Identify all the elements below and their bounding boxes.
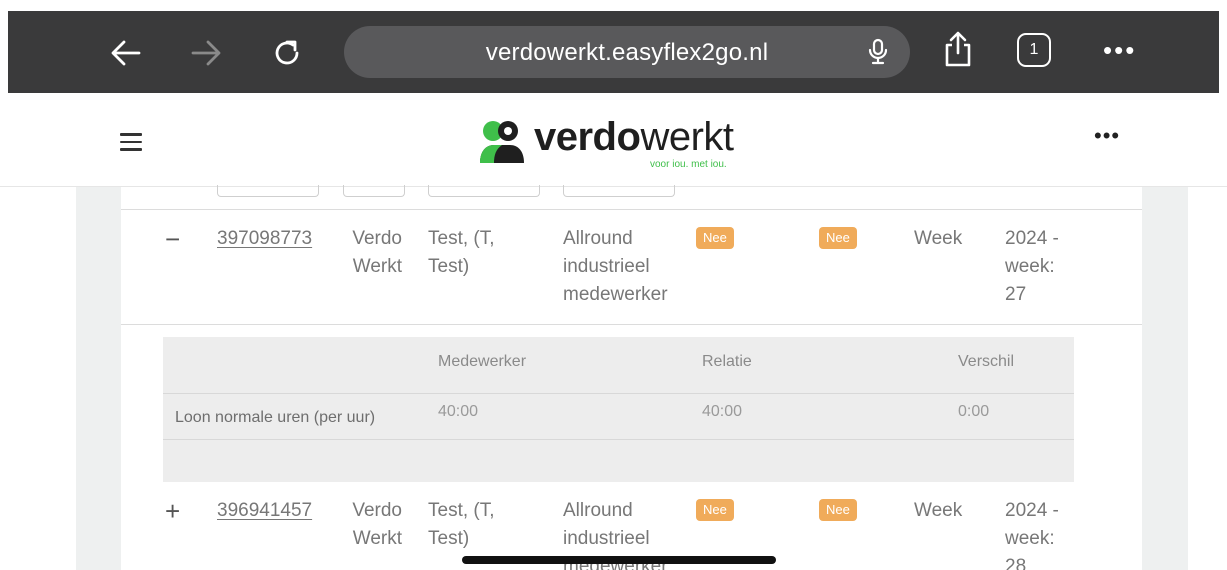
status-badge: Nee — [819, 227, 857, 249]
filter-input-stub[interactable] — [428, 185, 540, 197]
verschil-value: 0:00 — [958, 403, 990, 420]
column-header-verschil: Verschil — [958, 353, 1015, 370]
status-badge: Nee — [819, 499, 857, 521]
detail-divider — [163, 393, 1074, 394]
status-badge: Nee — [696, 227, 734, 249]
detail-comparison-table: Medewerker Relatie Verschil Loon normale… — [163, 337, 1074, 482]
logo-mark-icon — [480, 121, 524, 163]
site-header: verdowerkt voor iou. met iou. ••• — [0, 93, 1227, 187]
menu-icon[interactable] — [120, 133, 142, 151]
filter-input-stub[interactable] — [343, 185, 405, 197]
column-header-medewerker: Medewerker — [438, 353, 527, 370]
period-cell: 2024 - week: 28 — [1005, 500, 1059, 570]
detail-divider — [163, 439, 1074, 440]
share-icon[interactable] — [938, 29, 978, 69]
collapse-toggle-icon[interactable]: − — [165, 225, 180, 253]
function-cell: Allroundindustrieelmedewerker — [563, 228, 668, 305]
detail-header: Medewerker Relatie Verschil — [163, 337, 1074, 393]
site-more-button[interactable]: ••• — [1094, 123, 1120, 149]
home-indicator — [462, 556, 776, 564]
browser-toolbar: verdowerkt.easyflex2go.nl 1 ••• — [8, 11, 1219, 93]
brand-logo[interactable]: verdowerkt voor iou. met iou. — [478, 115, 778, 171]
detail-row-label: Loon normale uren (per uur) — [175, 409, 376, 426]
employee-name-cell: Test, (T, Test) — [428, 228, 495, 277]
company-cell: Verdo Werkt — [352, 500, 402, 549]
period-type-cell: Week — [914, 500, 963, 521]
expand-toggle-icon[interactable]: + — [165, 497, 180, 525]
screen: verdowerkt.easyflex2go.nl 1 ••• verdower… — [0, 0, 1227, 570]
relatie-value: 40:00 — [702, 403, 743, 420]
column-header-relatie: Relatie — [702, 353, 752, 370]
filter-input-stub[interactable] — [563, 185, 675, 197]
period-cell: 2024 - week: 27 — [1005, 228, 1059, 305]
row-divider — [121, 209, 1142, 210]
reload-icon[interactable] — [267, 33, 307, 73]
placement-id-link[interactable]: 397098773 — [217, 225, 312, 253]
microphone-icon[interactable] — [868, 38, 888, 71]
status-badge: Nee — [696, 499, 734, 521]
browser-more-button[interactable]: ••• — [1103, 33, 1136, 67]
filter-input-stub[interactable] — [217, 185, 319, 197]
row-divider — [121, 324, 1142, 325]
forward-arrow-icon[interactable] — [186, 33, 226, 73]
logo-tagline: voor iou. met iou. — [650, 159, 727, 170]
company-cell: Verdo Werkt — [352, 228, 402, 277]
employee-name-cell: Test, (T, Test) — [428, 500, 495, 549]
back-arrow-icon[interactable] — [106, 33, 146, 73]
period-type-cell: Week — [914, 228, 963, 249]
placement-id-link[interactable]: 396941457 — [217, 497, 312, 525]
medewerker-value: 40:00 — [438, 403, 479, 420]
tabs-count-button[interactable]: 1 — [1017, 33, 1051, 67]
logo-wordmark: verdowerkt — [534, 115, 734, 159]
url-text: verdowerkt.easyflex2go.nl — [485, 39, 769, 66]
address-bar[interactable]: verdowerkt.easyflex2go.nl — [344, 26, 910, 78]
